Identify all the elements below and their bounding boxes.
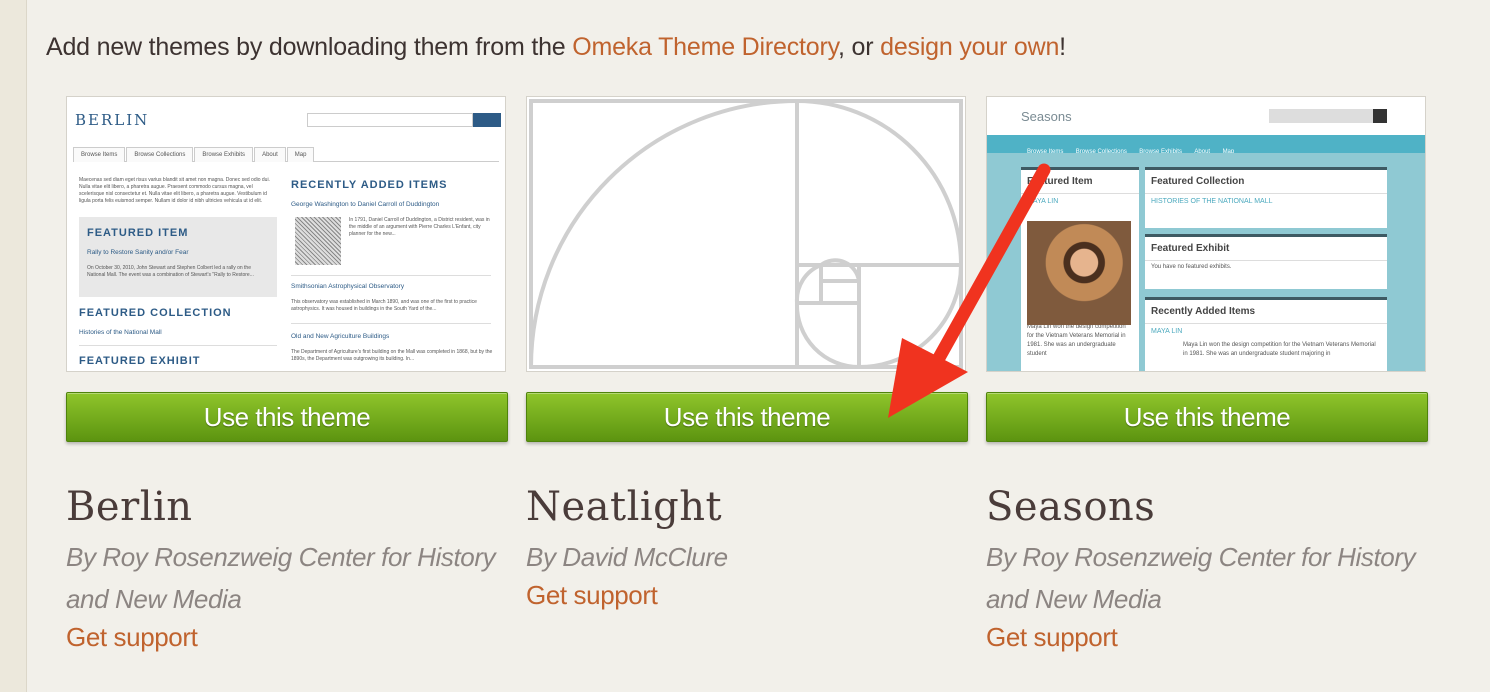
berlin-preview-search xyxy=(307,113,473,127)
berlin-preview-divider xyxy=(291,275,491,276)
berlin-preview-nav-item: Browse Exhibits xyxy=(194,147,254,162)
theme-card-berlin: BERLIN Browse Items Browse Collections Bro… xyxy=(66,96,508,652)
seasons-preview-nav: Browse Items Browse Collections Browse E… xyxy=(987,135,1425,155)
seasons-preview-title: Seasons xyxy=(1021,109,1072,124)
seasons-preview-recent-text: Maya Lin won the design competition for … xyxy=(1183,342,1376,357)
author-line: and New Media xyxy=(986,584,1162,614)
intro-text: Add new themes by downloading them from … xyxy=(46,30,1066,64)
neatlight-screenshot xyxy=(526,96,966,372)
berlin-preview-nav-item: Map xyxy=(286,147,315,162)
get-support-link-seasons[interactable]: Get support xyxy=(986,622,1118,653)
seasons-preview-photo xyxy=(1027,221,1131,325)
theme-card-neatlight: Use this theme Neatlight By David McClur… xyxy=(526,96,968,610)
author-line: By Roy Rosenzweig Center for History xyxy=(66,542,496,572)
berlin-preview-divider xyxy=(79,345,277,346)
berlin-preview-collection-link: Histories of the National Mall xyxy=(79,329,162,336)
berlin-preview-featured-heading: FEATURED ITEM xyxy=(87,227,189,239)
berlin-preview-recent-text: This observatory was established in Marc… xyxy=(291,299,477,312)
left-border-strip xyxy=(0,0,27,692)
theme-author-neatlight: By David McClure xyxy=(526,536,966,578)
berlin-preview-recent-heading: RECENTLY ADDED ITEMS xyxy=(291,179,448,191)
berlin-preview-featured-link: Rally to Restore Sanity and/or Fear xyxy=(87,249,189,256)
use-theme-button-berlin[interactable]: Use this theme xyxy=(66,392,508,442)
berlin-preview-intro: Maecenas sed diam eget risus varius blan… xyxy=(79,177,270,204)
berlin-preview-nav-item: About xyxy=(254,147,286,162)
seasons-preview-collection-link: HISTORIES OF THE NATIONAL MALL xyxy=(1151,198,1273,205)
theme-author-berlin: By Roy Rosenzweig Center for History and… xyxy=(66,536,506,620)
get-support-link-berlin[interactable]: Get support xyxy=(66,622,198,653)
seasons-preview-recent-link: MAYA LIN xyxy=(1151,328,1183,335)
berlin-preview-recent-text: The Department of Agriculture's first bu… xyxy=(291,349,493,362)
use-theme-button-seasons[interactable]: Use this theme xyxy=(986,392,1428,442)
theme-name-neatlight: Neatlight xyxy=(526,484,723,530)
berlin-preview-recent-text: In 1791, Daniel Carroll of Duddington, a… xyxy=(349,217,490,237)
seasons-preview-featured-item-link: MAYA LIN xyxy=(1027,198,1059,205)
intro-suffix: ! xyxy=(1059,33,1066,61)
berlin-preview-recent-thumbnail xyxy=(295,217,341,265)
author-line: and New Media xyxy=(66,584,242,614)
seasons-preview-collection-heading: Featured Collection xyxy=(1145,170,1387,194)
theme-card-seasons: Seasons Browse Items Browse Collections … xyxy=(986,96,1428,652)
seasons-preview-featured-item-heading: Featured Item xyxy=(1021,170,1139,194)
seasons-preview-recent: Recently Added Items MAYA LIN Maya Lin w… xyxy=(1145,297,1387,371)
theme-name-seasons: Seasons xyxy=(986,484,1156,530)
design-your-own-link[interactable]: design your own xyxy=(880,33,1059,61)
get-support-link-neatlight[interactable]: Get support xyxy=(526,580,658,611)
seasons-preview-featured-item-text: Maya Lin won the design competition for … xyxy=(1027,324,1126,357)
seasons-preview-exhibit-text: You have no featured exhibits. xyxy=(1151,264,1232,270)
seasons-preview-search xyxy=(1269,109,1373,123)
berlin-preview-recent-title: Old and New Agriculture Buildings xyxy=(291,333,390,340)
golden-spiral-graphic xyxy=(529,98,964,370)
author-line: By David McClure xyxy=(526,542,728,572)
seasons-preview-search-button xyxy=(1373,109,1387,123)
seasons-screenshot: Seasons Browse Items Browse Collections … xyxy=(986,96,1426,372)
theme-author-seasons: By Roy Rosenzweig Center for History and… xyxy=(986,536,1426,620)
berlin-preview-recent-title: George Washington to Daniel Carroll of D… xyxy=(291,201,440,208)
author-line: By Roy Rosenzweig Center for History xyxy=(986,542,1416,572)
seasons-preview-exhibit-heading: Featured Exhibit xyxy=(1145,237,1387,261)
theme-directory-link[interactable]: Omeka Theme Directory xyxy=(572,33,838,61)
berlin-preview-collection-heading: FEATURED COLLECTION xyxy=(79,307,232,319)
seasons-preview-featured-collection: Featured Collection HISTORIES OF THE NAT… xyxy=(1145,167,1387,228)
berlin-preview-nav: Browse Items Browse Collections Browse Exh… xyxy=(73,143,499,162)
berlin-screenshot: BERLIN Browse Items Browse Collections Bro… xyxy=(66,96,506,372)
berlin-preview-nav-item: Browse Items xyxy=(73,147,126,162)
theme-name-berlin: Berlin xyxy=(66,484,193,530)
seasons-preview-recent-heading: Recently Added Items xyxy=(1145,300,1387,324)
berlin-preview-exhibit-heading: FEATURED EXHIBIT xyxy=(79,355,201,367)
berlin-preview-divider xyxy=(291,323,491,324)
seasons-preview-featured-exhibit: Featured Exhibit You have no featured ex… xyxy=(1145,234,1387,289)
intro-prefix: Add new themes by downloading them from … xyxy=(46,33,573,61)
intro-middle: , or xyxy=(838,33,881,61)
berlin-preview-title: BERLIN xyxy=(75,111,150,129)
use-theme-button-neatlight[interactable]: Use this theme xyxy=(526,392,968,442)
berlin-preview-search-button xyxy=(473,113,501,127)
berlin-preview-recent-title: Smithsonian Astrophysical Observatory xyxy=(291,283,405,290)
berlin-preview-featured-text: On October 30, 2010, John Stewart and St… xyxy=(87,265,254,278)
berlin-preview-nav-item: Browse Collections xyxy=(126,147,194,162)
